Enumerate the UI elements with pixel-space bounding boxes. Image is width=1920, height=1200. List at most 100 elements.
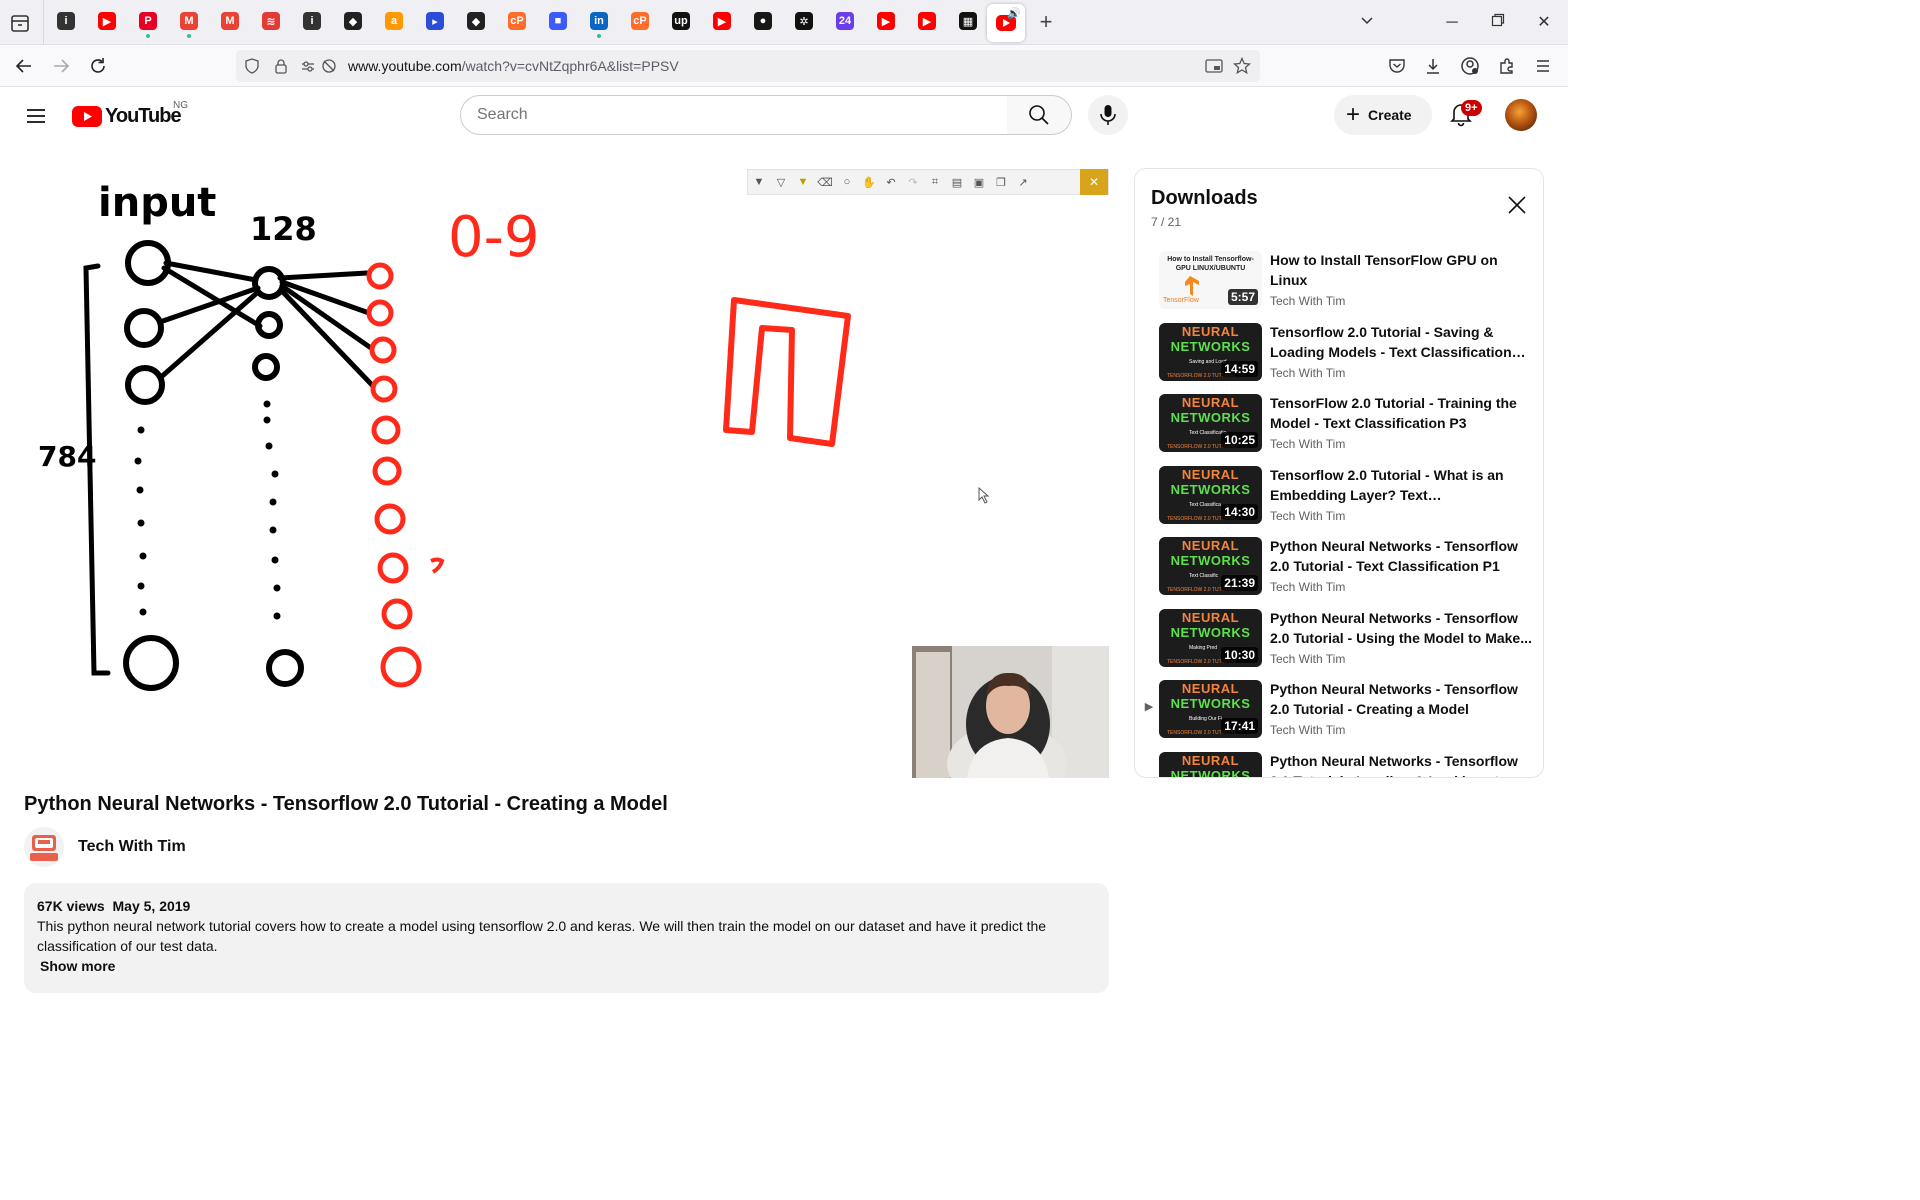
video-thumbnail[interactable]: How to Install Tensorflow-GPU LINUX/UBUN… [1159,251,1262,309]
cpanel-icon[interactable]: cP [508,12,526,30]
user-avatar[interactable] [1505,99,1537,131]
speaker-icon[interactable]: 🔊 [1007,7,1021,20]
guide-menu-icon[interactable] [24,104,48,128]
video-thumbnail[interactable]: NEURAL NETWORKS Making Pred TENSORFLOW 2.0 … [1159,608,1262,667]
playlist-item-title[interactable]: Tensorflow 2.0 Tutorial - What is an Emb… [1270,465,1532,505]
download-icon[interactable] [1421,54,1445,78]
menu-icon[interactable] [1531,54,1555,78]
reload-icon[interactable] [86,54,110,78]
playlist-item[interactable]: How to Install Tensorflow-GPU LINUX/UBUN… [1135,247,1543,319]
show-more-button[interactable]: Show more [40,956,1096,976]
undo-icon[interactable]: ↶ [880,170,902,194]
playlist-item[interactable]: NEURALNETWORKSTENSORFLOW 2.0 TUTORIAL Pyt… [1135,748,1543,778]
playlist-item-title[interactable]: How to Install TensorFlow GPU on Linux [1270,250,1532,290]
video-duration: 5:57 [1227,289,1258,305]
flag-icon[interactable]: ▸ [426,12,444,30]
playlist-item[interactable]: NEURAL NETWORKS Text Classifica TENSORFLOW … [1135,462,1543,534]
address-bar[interactable]: www.youtube.com/watch?v=cvNtZqphr6A&list… [236,50,1260,82]
playlist-item[interactable]: NEURAL NETWORKS Saving and Load TENSORFLOW … [1135,319,1543,391]
close-toolbar-icon[interactable]: ✕ [1080,169,1108,195]
url-text[interactable]: www.youtube.com/watch?v=cvNtZqphr6A&list… [348,58,679,74]
video-thumbnail[interactable]: NEURAL NETWORKS Saving and Load TENSORFLOW … [1159,322,1262,381]
amazon-icon[interactable]: a [385,12,403,30]
save-icon[interactable]: ▣ [968,170,990,194]
shield-icon[interactable] [244,58,260,79]
restore-button[interactable] [1487,12,1509,34]
cpanel-icon[interactable]: cP [631,12,649,30]
youtube-icon[interactable]: ▶ [918,12,936,30]
video-player[interactable]: input 128 0-9 784 ▼ ▽ ▼ ⌫ ○ ✋ ↶ ↷ ⌗ ▤ ▣ … [24,168,1109,778]
eraser-tool-icon[interactable]: ⌫ [814,170,836,194]
pan-tool-icon[interactable]: ✋ [858,170,880,194]
redo-icon[interactable]: ↷ [902,170,924,194]
upwork-icon[interactable]: up [672,12,690,30]
account-icon[interactable] [1458,54,1482,78]
playlist-item-title[interactable]: Python Neural Networks - Tensorflow 2.0 … [1270,536,1532,576]
copy-icon[interactable]: ❐ [990,170,1012,194]
playlist-item-title[interactable]: TensorFlow 2.0 Tutorial - Training the M… [1270,393,1532,433]
pocket-icon[interactable] [1385,54,1409,78]
playlist-item[interactable]: NEURAL NETWORKS Making Pred TENSORFLOW 2.0 … [1135,605,1543,677]
playlist-item-title[interactable]: Tensorflow 2.0 Tutorial - Saving & Loadi… [1270,322,1532,362]
highlighter-tool-icon[interactable]: ▼ [792,170,814,194]
back-arrow-icon[interactable] [12,54,36,78]
layers-icon[interactable]: ≋ [262,12,280,30]
video-thumbnail[interactable]: NEURAL NETWORKS Text Classificatio TENSORFL… [1159,394,1262,452]
new-tab-button[interactable]: + [1036,11,1056,33]
news24-icon[interactable]: 24 [836,12,854,30]
permissions-icon[interactable] [300,58,316,79]
bookmark-star-icon[interactable] [1232,56,1252,80]
lock-icon[interactable] [273,58,289,79]
picture-in-picture-icon[interactable] [1205,58,1223,79]
close-playlist-icon[interactable] [1505,193,1529,217]
video-thumbnail[interactable]: NEURAL NETWORKS Text Classifica TENSORFLOW … [1159,465,1262,524]
channel-avatar[interactable] [24,827,64,867]
playlist-item-title[interactable]: Python Neural Networks - Tensorflow 2.0 … [1270,608,1532,648]
minimize-button[interactable]: ─ [1441,12,1463,34]
extensions-icon[interactable] [1495,54,1519,78]
tab-list-icon[interactable] [8,11,32,35]
pinterest-icon[interactable]: P [139,12,157,30]
grid-icon[interactable]: ▦ [959,12,977,30]
info-icon[interactable]: i [303,12,321,30]
youtube-icon[interactable]: ▶ [713,12,731,30]
square-icon[interactable]: ■ [549,12,567,30]
list-all-tabs-icon[interactable] [1356,12,1378,34]
playlist-item[interactable]: NEURAL NETWORKS Text Classificatio TENSORFL… [1135,390,1543,462]
youtube-icon[interactable]: ▶ [877,12,895,30]
forward-arrow-icon[interactable] [49,54,73,78]
search-input[interactable] [477,96,977,134]
video-thumbnail[interactable]: NEURAL NETWORKS Building Our Fi TENSORFLOW … [1159,680,1262,738]
autoplay-blocked-icon[interactable] [321,58,337,79]
playlist-item-title[interactable]: Python Neural Networks - Tensorflow 2.0 … [1270,679,1532,719]
share-icon[interactable]: ↗ [1012,170,1034,194]
shield-icon[interactable]: ◆ [344,12,362,30]
playlist-item-title[interactable]: Python Neural Networks - Tensorflow 2.0 … [1270,751,1532,778]
gmail-icon[interactable]: M [180,12,198,30]
github-icon[interactable]: ● [754,12,772,30]
trash-icon[interactable]: ▤ [946,170,968,194]
openai-icon[interactable]: ✲ [795,12,813,30]
playlist-title[interactable]: Downloads [1151,187,1258,210]
close-window-button[interactable]: ✕ [1533,12,1555,34]
playlist-item[interactable]: NEURAL NETWORKS Text Classific TENSORFLOW 2… [1135,533,1543,605]
pen-tool-icon[interactable]: ▼ [748,170,770,194]
shield-icon[interactable]: ◆ [467,12,485,30]
linkedin-icon[interactable]: in [590,12,608,30]
marker-tool-icon[interactable]: ▽ [770,170,792,194]
channel-name[interactable]: Tech With Tim [78,838,186,856]
video-thumbnail[interactable]: NEURAL NETWORKS Text Classific TENSORFLOW 2… [1159,537,1262,595]
shape-tool-icon[interactable]: ○ [836,170,858,194]
playlist-item[interactable]: ▶ NEURAL NETWORKS Building Our Fi TENSORFLOW… [1135,676,1543,748]
info-icon[interactable]: i [57,12,75,30]
gmail-icon[interactable]: M [221,12,239,30]
search-button[interactable] [1007,95,1072,135]
crop-icon[interactable]: ⌗ [924,170,946,194]
video-thumbnail[interactable]: NEURALNETWORKSTENSORFLOW 2.0 TUTORIAL [1159,751,1262,777]
youtube-logo[interactable]: YouTube [72,105,182,127]
voice-search-button[interactable] [1088,95,1128,135]
create-button[interactable]: + Create [1334,95,1432,135]
active-tab[interactable]: 🔊 [987,4,1025,42]
youtube-icon[interactable]: ▶ [98,12,116,30]
description-box[interactable]: 67K views May 5, 2019 This python neural… [24,883,1109,993]
